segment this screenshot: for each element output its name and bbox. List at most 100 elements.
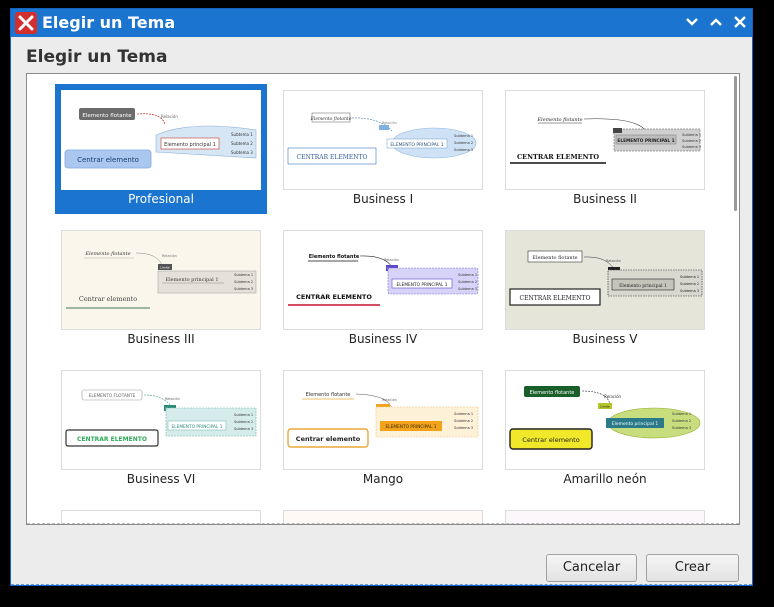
svg-text:Límite: Límite bbox=[160, 266, 169, 270]
theme-preview: Elemento flotante Relación Límite ELEMEN… bbox=[283, 370, 483, 470]
svg-text:Subtema 2: Subtema 2 bbox=[682, 139, 701, 143]
svg-text:Subtema 1: Subtema 1 bbox=[458, 273, 477, 277]
svg-text:Elemento principal 1: Elemento principal 1 bbox=[165, 277, 218, 283]
theme-label: Mango bbox=[362, 472, 404, 486]
svg-text:Subtema 3: Subtema 3 bbox=[234, 287, 253, 291]
theme-preview: Elemento flotante Relación Límite Elemen… bbox=[505, 230, 705, 330]
theme-label: Business III bbox=[127, 332, 195, 346]
theme-tile-business-2[interactable]: Elemento flotante ELEMENTO PRINCIPAL 1 S… bbox=[499, 84, 711, 214]
svg-text:Relación: Relación bbox=[384, 258, 399, 262]
preview-rel-text: Relación bbox=[161, 114, 178, 119]
preview-sub2: Subtema 2 bbox=[231, 141, 253, 146]
svg-text:Límite: Límite bbox=[600, 405, 609, 409]
svg-text:Subtema 3: Subtema 3 bbox=[680, 289, 699, 293]
preview-central-text: Centrar elemento bbox=[77, 156, 139, 164]
svg-text:Subtema 3: Subtema 3 bbox=[454, 148, 473, 152]
theme-label: Amarillo neón bbox=[563, 472, 647, 486]
svg-text:Subtema 2: Subtema 2 bbox=[454, 419, 473, 423]
theme-preview: Elemento flotante Relación ELEMENTO PRIN… bbox=[283, 90, 483, 190]
svg-text:CENTRAR ELEMENTO: CENTRAR ELEMENTO bbox=[297, 154, 368, 161]
svg-text:Centrar elemento: Centrar elemento bbox=[79, 295, 137, 303]
cancel-button[interactable]: Cancelar bbox=[546, 554, 637, 582]
svg-text:Relación: Relación bbox=[162, 254, 177, 258]
theme-gallery[interactable]: Elemento flotante Relación Elemento prin… bbox=[26, 73, 740, 525]
svg-text:CENTRAR ELEMENTO: CENTRAR ELEMENTO bbox=[77, 436, 147, 443]
theme-preview: Elemento flotante Relación Límite Elemen… bbox=[61, 230, 261, 330]
svg-text:CENTRAR ELEMENTO: CENTRAR ELEMENTO bbox=[520, 295, 591, 302]
svg-text:Centrar elemento: Centrar elemento bbox=[296, 435, 361, 443]
dialog-heading: Elegir un Tema bbox=[26, 47, 168, 67]
svg-text:Subtema 1: Subtema 1 bbox=[454, 412, 473, 416]
svg-text:Relación: Relación bbox=[382, 398, 397, 402]
svg-text:ELEMENTO PRINCIPAL 1: ELEMENTO PRINCIPAL 1 bbox=[397, 282, 448, 288]
svg-text:Relación: Relación bbox=[604, 394, 622, 399]
theme-preview: Elemento flotante Relación Límite Elemen… bbox=[505, 370, 705, 470]
svg-text:Elemento flotante: Elemento flotante bbox=[536, 117, 582, 123]
xmind-logo-icon bbox=[15, 12, 37, 34]
theme-tile-business-1[interactable]: Elemento flotante Relación ELEMENTO PRIN… bbox=[277, 84, 489, 214]
preview-sub1: Subtema 1 bbox=[231, 132, 253, 137]
theme-dialog-window: Elegir un Tema Elegir un Tema Elemento f… bbox=[10, 8, 753, 586]
svg-text:ELEMENTO PRINCIPAL 1: ELEMENTO PRINCIPAL 1 bbox=[390, 142, 443, 148]
window-bottom-edge bbox=[11, 584, 752, 585]
svg-text:Subtema 3: Subtema 3 bbox=[682, 145, 701, 149]
svg-text:CENTRAR ELEMENTO: CENTRAR ELEMENTO bbox=[296, 293, 372, 301]
svg-text:Subtema 3: Subtema 3 bbox=[672, 426, 691, 430]
svg-text:Relación: Relación bbox=[165, 397, 180, 401]
theme-label: Business I bbox=[352, 192, 414, 206]
svg-text:Elemento flotante: Elemento flotante bbox=[84, 251, 130, 257]
gallery-scrollbar[interactable] bbox=[734, 76, 737, 211]
svg-text:Subtema 3: Subtema 3 bbox=[234, 427, 253, 431]
svg-text:Elemento flotante: Elemento flotante bbox=[306, 392, 351, 398]
svg-text:Subtema 3: Subtema 3 bbox=[454, 426, 473, 430]
theme-label: Business IV bbox=[348, 332, 418, 346]
svg-text:Subtema 3: Subtema 3 bbox=[458, 287, 477, 291]
theme-label: Business VI bbox=[126, 472, 196, 486]
theme-tile-business-6[interactable]: ELEMENTO FLOTANTE Relación Límite ELEMEN… bbox=[55, 364, 267, 494]
gallery-divider bbox=[27, 522, 739, 524]
svg-text:Subtema 1: Subtema 1 bbox=[682, 133, 701, 137]
svg-text:Elemento principal 1: Elemento principal 1 bbox=[612, 421, 659, 427]
svg-text:Subtema 2: Subtema 2 bbox=[234, 420, 253, 424]
theme-preview: Elemento flotante Relación Elemento prin… bbox=[61, 90, 261, 190]
svg-text:Centrar elemento: Centrar elemento bbox=[522, 436, 579, 444]
theme-label: Business V bbox=[572, 332, 638, 346]
theme-label: Profesional bbox=[128, 192, 194, 206]
svg-text:Subtema 2: Subtema 2 bbox=[680, 282, 699, 286]
preview-main-text: Elemento principal 1 bbox=[164, 142, 216, 148]
svg-text:ELEMENTO FLOTANTE: ELEMENTO FLOTANTE bbox=[89, 393, 136, 399]
theme-preview: ELEMENTO FLOTANTE Relación Límite ELEMEN… bbox=[61, 370, 261, 470]
create-button[interactable]: Crear bbox=[646, 554, 739, 582]
svg-text:Subtema 2: Subtema 2 bbox=[672, 419, 691, 423]
theme-tile-amarillo-neon[interactable]: Elemento flotante Relación Límite Elemen… bbox=[499, 364, 711, 494]
minimize-icon[interactable] bbox=[684, 14, 700, 30]
svg-text:Elemento flotante: Elemento flotante bbox=[309, 254, 360, 260]
preview-float-text: Elemento flotante bbox=[82, 113, 132, 119]
svg-text:Elemento flotante: Elemento flotante bbox=[532, 255, 577, 261]
theme-tile-business-4[interactable]: Elemento flotante Relación Límite ELEMEN… bbox=[277, 224, 489, 354]
theme-tile-profesional[interactable]: Elemento flotante Relación Elemento prin… bbox=[55, 84, 267, 214]
svg-text:Subtema 1: Subtema 1 bbox=[680, 275, 699, 279]
theme-label: Business II bbox=[573, 192, 637, 206]
svg-text:Subtema 2: Subtema 2 bbox=[234, 280, 253, 284]
theme-preview: Elemento flotante ELEMENTO PRINCIPAL 1 S… bbox=[505, 90, 705, 190]
maximize-icon[interactable] bbox=[708, 14, 724, 30]
svg-text:CENTRAR ELEMENTO: CENTRAR ELEMENTO bbox=[517, 153, 599, 161]
svg-text:Elemento principal 1: Elemento principal 1 bbox=[619, 283, 667, 289]
theme-tile-mango[interactable]: Elemento flotante Relación Límite ELEMEN… bbox=[277, 364, 489, 494]
window-title: Elegir un Tema bbox=[42, 13, 176, 32]
theme-tile-business-3[interactable]: Elemento flotante Relación Límite Elemen… bbox=[55, 224, 267, 354]
svg-text:Elemento flotante: Elemento flotante bbox=[310, 116, 352, 122]
svg-text:Subtema 2: Subtema 2 bbox=[458, 280, 477, 284]
svg-text:ELEMENTO PRINCIPAL 1: ELEMENTO PRINCIPAL 1 bbox=[172, 424, 223, 430]
svg-text:Subtema 1: Subtema 1 bbox=[234, 273, 253, 277]
dialog-content: Elegir un Tema Elemento flotante Relació… bbox=[14, 37, 749, 585]
svg-text:Subtema 1: Subtema 1 bbox=[672, 412, 691, 416]
svg-text:Subtema 1: Subtema 1 bbox=[234, 413, 253, 417]
title-bar[interactable]: Elegir un Tema bbox=[11, 9, 752, 37]
svg-text:Relación: Relación bbox=[382, 121, 397, 125]
svg-text:Subtema 2: Subtema 2 bbox=[454, 141, 473, 145]
close-icon[interactable] bbox=[732, 14, 748, 30]
svg-text:ELEMENTO PRINCIPAL 1: ELEMENTO PRINCIPAL 1 bbox=[617, 138, 674, 144]
theme-tile-business-5[interactable]: Elemento flotante Relación Límite Elemen… bbox=[499, 224, 711, 354]
